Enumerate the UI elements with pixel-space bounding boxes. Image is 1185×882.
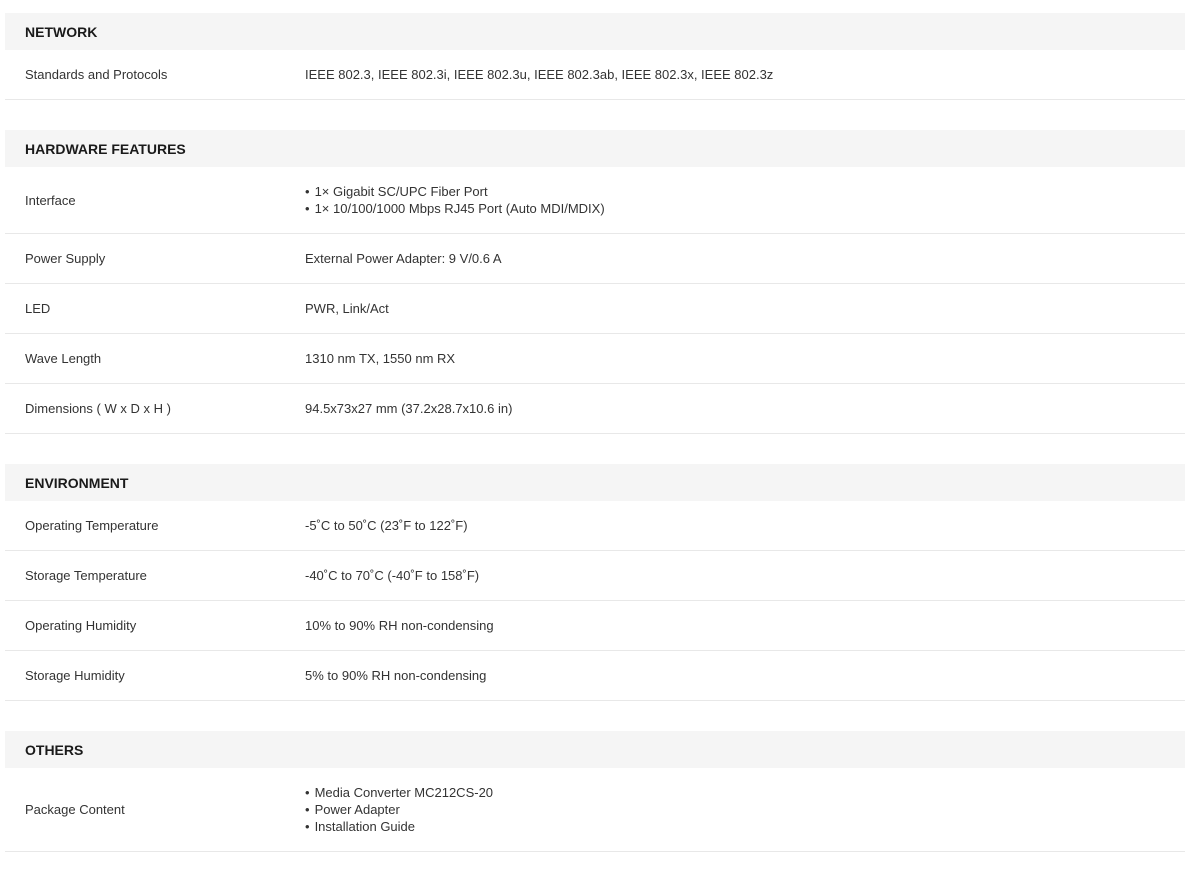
spec-label: Power Supply — [25, 251, 106, 266]
section-network: NETWORK Standards and Protocols IEEE 802… — [5, 13, 1185, 100]
section-others: OTHERS Package Content Media Converter M… — [5, 731, 1185, 852]
spec-label: Standards and Protocols — [25, 67, 168, 82]
spec-value: 94.5x73x27 mm (37.2x28.7x10.6 in) — [305, 401, 513, 416]
section-title: OTHERS — [25, 741, 84, 758]
spec-label: Dimensions ( W x D x H ) — [25, 401, 171, 416]
list-item: 1× Gigabit SC/UPC Fiber Port — [305, 183, 1185, 200]
spec-row-storage-humidity: Storage Humidity 5% to 90% RH non-conden… — [5, 651, 1185, 701]
section-title: NETWORK — [25, 23, 98, 40]
spec-value: 10% to 90% RH non-condensing — [305, 618, 494, 633]
spec-row-power-supply: Power Supply External Power Adapter: 9 V… — [5, 234, 1185, 284]
spec-row-storage-temperature: Storage Temperature -40˚C to 70˚C (-40˚F… — [5, 551, 1185, 601]
spec-row-standards: Standards and Protocols IEEE 802.3, IEEE… — [5, 50, 1185, 100]
spec-row-operating-temperature: Operating Temperature -5˚C to 50˚C (23˚F… — [5, 501, 1185, 551]
spec-label: LED — [25, 301, 51, 316]
spec-row-interface: Interface 1× Gigabit SC/UPC Fiber Port 1… — [5, 167, 1185, 234]
spec-value: 1310 nm TX, 1550 nm RX — [305, 351, 456, 366]
spec-value: -40˚C to 70˚C (-40˚F to 158˚F) — [305, 568, 480, 583]
spec-row-led: LED PWR, Link/Act — [5, 284, 1185, 334]
list-item: Installation Guide — [305, 818, 1185, 835]
spec-label: Package Content — [25, 802, 125, 817]
spec-value: 1× Gigabit SC/UPC Fiber Port 1× 10/100/1… — [305, 183, 1185, 217]
spec-row-operating-humidity: Operating Humidity 10% to 90% RH non-con… — [5, 601, 1185, 651]
spec-label: Operating Temperature — [25, 518, 159, 533]
spec-label: Storage Temperature — [25, 568, 147, 583]
spec-label: Interface — [25, 192, 76, 208]
section-title: ENVIRONMENT — [25, 474, 129, 491]
spec-value: Media Converter MC212CS-20 Power Adapter… — [305, 784, 1185, 835]
section-environment: ENVIRONMENT Operating Temperature -5˚C t… — [5, 464, 1185, 701]
list-item: 1× 10/100/1000 Mbps RJ45 Port (Auto MDI/… — [305, 200, 1185, 217]
spec-table: NETWORK Standards and Protocols IEEE 802… — [5, 13, 1185, 882]
spec-row-dimensions: Dimensions ( W x D x H ) 94.5x73x27 mm (… — [5, 384, 1185, 434]
spec-row-package-content: Package Content Media Converter MC212CS-… — [5, 768, 1185, 852]
section-header: NETWORK — [5, 13, 1185, 50]
spec-value: 5% to 90% RH non-condensing — [305, 668, 487, 683]
spec-value: IEEE 802.3, IEEE 802.3i, IEEE 802.3u, IE… — [305, 67, 774, 82]
spec-row-wave-length: Wave Length 1310 nm TX, 1550 nm RX — [5, 334, 1185, 384]
spec-label: Operating Humidity — [25, 618, 137, 633]
spec-value: External Power Adapter: 9 V/0.6 A — [305, 251, 502, 266]
spec-label: Storage Humidity — [25, 668, 125, 683]
section-header: HARDWARE FEATURES — [5, 130, 1185, 167]
spec-value-list: Media Converter MC212CS-20 Power Adapter… — [305, 784, 1185, 835]
section-header: OTHERS — [5, 731, 1185, 768]
section-hardware-features: HARDWARE FEATURES Interface 1× Gigabit S… — [5, 130, 1185, 434]
list-item: Power Adapter — [305, 801, 1185, 818]
section-header: ENVIRONMENT — [5, 464, 1185, 501]
spec-value: -5˚C to 50˚C (23˚F to 122˚F) — [305, 518, 468, 533]
spec-value-list: 1× Gigabit SC/UPC Fiber Port 1× 10/100/1… — [305, 183, 1185, 217]
section-title: HARDWARE FEATURES — [25, 140, 186, 157]
list-item: Media Converter MC212CS-20 — [305, 784, 1185, 801]
spec-label: Wave Length — [25, 351, 102, 366]
spec-value: PWR, Link/Act — [305, 301, 389, 316]
